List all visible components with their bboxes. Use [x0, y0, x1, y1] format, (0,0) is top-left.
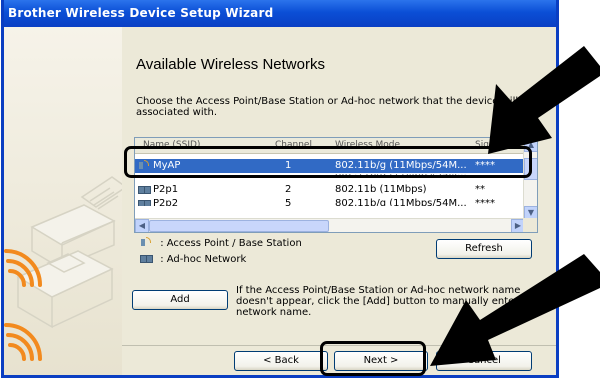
instruction-arrows	[430, 46, 600, 366]
arrow-to-list-icon	[488, 46, 600, 154]
arrow-to-next-icon	[430, 254, 600, 366]
